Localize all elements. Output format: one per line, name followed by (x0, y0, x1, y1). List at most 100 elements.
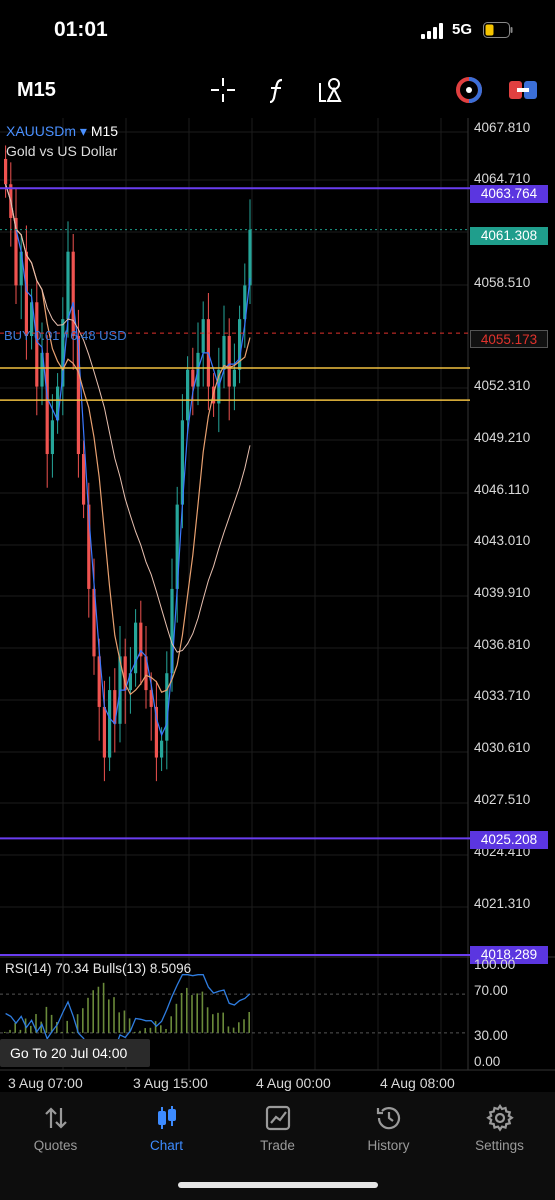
candle-body (35, 302, 39, 387)
price-axis-label: 4039.910 (474, 585, 531, 600)
bulls-bar (9, 1029, 11, 1033)
account-switch-icon[interactable] (453, 74, 485, 106)
bulls-bar (118, 1012, 120, 1033)
bulls-bar (160, 1025, 162, 1033)
candle-body (50, 420, 54, 455)
tab-chart-label: Chart (149, 1138, 183, 1153)
one-click-trade-icon[interactable] (507, 74, 539, 106)
bulls-bar (175, 1003, 178, 1033)
bulls-bar (108, 999, 110, 1033)
crosshair-icon[interactable] (207, 74, 239, 106)
bulls-bar (71, 1031, 74, 1033)
price-axis-label: 4021.310 (474, 896, 531, 911)
price-axis-label: 4067.810 (474, 120, 531, 135)
bulls-bar (113, 997, 115, 1033)
bulls-bar (82, 1008, 84, 1033)
time-axis-label: 4 Aug 00:00 (256, 1075, 331, 1091)
symbol-name[interactable]: XAUUSDm (6, 123, 76, 139)
symbol-timeframe: M15 (90, 123, 119, 139)
trend-chart-icon (265, 1105, 291, 1131)
chart-toolbar: M15 (0, 62, 555, 118)
bulls-bar (165, 1028, 167, 1033)
candle-body (66, 251, 70, 320)
bulls-bar (134, 1031, 136, 1033)
position-price-tag[interactable]: 4055.173 (470, 330, 548, 348)
ma-fast-line (5, 184, 251, 737)
price-axis-label: 4064.710 (474, 171, 531, 186)
objects-icon[interactable] (315, 74, 347, 106)
tab-quotes[interactable]: Quotes (0, 1102, 111, 1162)
candle-body (232, 369, 236, 387)
lower-level-tag[interactable]: 4025.208 (470, 831, 548, 849)
rsi-axis-label: 0.00 (474, 1054, 501, 1069)
price-axis-label: 4052.310 (474, 378, 531, 393)
bulls-bar (4, 1031, 6, 1033)
bulls-bar (206, 1007, 209, 1033)
candle-body (248, 229, 252, 286)
battery-icon (483, 22, 513, 38)
price-axis-label: 4043.010 (474, 533, 531, 548)
bulls-bar (45, 1006, 48, 1033)
price-axis-label: 4027.510 (474, 792, 531, 807)
tab-chart[interactable]: Chart (111, 1102, 222, 1162)
candle-body (201, 319, 205, 353)
price-axis-label: 4049.210 (474, 430, 531, 445)
bulls-bar (222, 1012, 224, 1033)
candle-body (191, 369, 195, 387)
bulls-bar (14, 1022, 16, 1033)
bulls-bar (201, 991, 204, 1033)
upper-level-tag[interactable]: 4063.764 (470, 185, 548, 203)
bulls-bar (19, 1029, 22, 1033)
tab-quotes-label: Quotes (33, 1138, 78, 1153)
bulls-bar (227, 1026, 230, 1033)
tab-history-label: History (367, 1138, 410, 1153)
symbol-caret-icon[interactable]: ▾ (80, 123, 87, 139)
candle-body (160, 740, 164, 758)
network-type: 5G (452, 21, 473, 38)
bulls-bar (50, 1014, 53, 1033)
bulls-bar (180, 992, 183, 1033)
tab-settings[interactable]: Settings (444, 1102, 555, 1162)
time-axis-label: 4 Aug 08:00 (380, 1075, 455, 1091)
symbol-header[interactable]: XAUUSDm ▾ M15 (6, 123, 118, 140)
bulls-bar (196, 993, 198, 1033)
bulls-bar (217, 1012, 219, 1033)
tab-trade[interactable]: Trade (222, 1102, 333, 1162)
tab-history[interactable]: History (333, 1102, 444, 1162)
candle-body (222, 335, 226, 370)
price-axis-label: 4046.110 (474, 482, 530, 497)
rsi-axis-label: 70.00 (474, 983, 508, 998)
candle-body (108, 690, 112, 758)
bulls-bar (92, 990, 94, 1033)
signal-icon (421, 23, 445, 39)
candle-body (82, 454, 86, 505)
candle-body (71, 251, 75, 336)
candle-body (102, 706, 106, 758)
bulls-bar (97, 986, 100, 1033)
bulls-bar (102, 982, 105, 1033)
rsi-label[interactable]: RSI(14) 70.34 Bulls(13) 8.5096 (5, 961, 191, 976)
candle-body (24, 251, 28, 336)
time-axis-label: 3 Aug 15:00 (133, 1075, 208, 1091)
position-label[interactable]: BUY 0.01 / 6.48 USD (4, 328, 127, 343)
price-axis-label: 4033.710 (474, 688, 531, 703)
tab-trade-label: Trade (260, 1138, 295, 1153)
price-axis-label: 4036.810 (474, 637, 531, 652)
goto-date-button[interactable]: Go To 20 Jul 04:00 (0, 1039, 150, 1067)
bulls-bar (123, 1010, 126, 1033)
candles-icon (158, 1106, 176, 1129)
bulls-bar (191, 995, 193, 1033)
bulls-bar (144, 1028, 146, 1033)
bulls-bar (243, 1019, 245, 1033)
bulls-bar (238, 1022, 240, 1033)
bulls-bar (139, 1030, 141, 1033)
rsi-axis-label: 30.00 (474, 1028, 508, 1043)
price-axis-label: 4030.610 (474, 740, 531, 755)
bulls-bar (232, 1027, 235, 1033)
timeframe-button[interactable]: M15 (17, 79, 56, 102)
history-clock-icon (376, 1107, 401, 1130)
arrows-updown-icon (45, 1107, 67, 1129)
bulls-bar (149, 1027, 152, 1033)
indicators-icon[interactable] (262, 74, 294, 106)
current-price-tag: 4061.308 (470, 227, 548, 245)
